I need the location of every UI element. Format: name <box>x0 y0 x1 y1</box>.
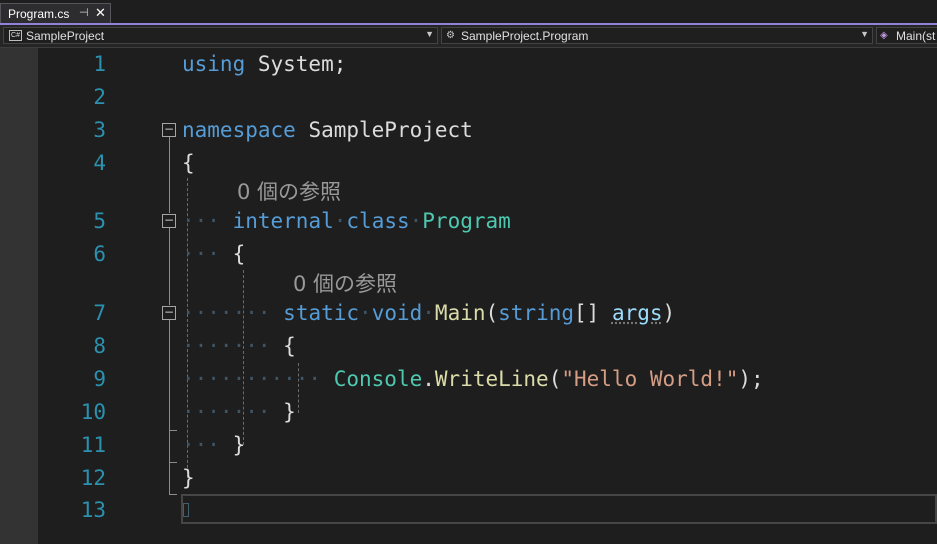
project-dropdown[interactable]: C# SampleProject ▼ <box>3 27 438 44</box>
line-number: 12 <box>80 466 106 490</box>
line-number: 3 <box>93 118 106 142</box>
code-line-4: { <box>182 151 195 175</box>
outline-line <box>169 137 170 213</box>
outline-line <box>169 430 170 462</box>
code-editor[interactable]: 1 2 3 4 5 6 7 8 9 10 11 12 13 − − − usin… <box>0 48 937 544</box>
line-number: 4 <box>93 151 106 175</box>
line-number: 10 <box>80 400 106 424</box>
line-number: 1 <box>93 52 106 76</box>
class-dropdown-value: SampleProject.Program <box>461 29 589 43</box>
line-number: 8 <box>93 334 106 358</box>
outline-line <box>169 462 170 494</box>
navigation-bar: C# SampleProject ▼ ⚙ SampleProject.Progr… <box>0 25 937 48</box>
code-line-5: ··· internal·class·Program <box>182 209 511 233</box>
csharp-project-icon: C# <box>9 30 22 41</box>
codelens-references-class[interactable]: 0 個の参照 <box>237 179 341 205</box>
method-icon: ◈ <box>880 30 888 41</box>
code-line-12: } <box>182 466 195 490</box>
project-dropdown-value: SampleProject <box>26 29 105 43</box>
code-line-3: namespace SampleProject <box>182 118 473 142</box>
code-line-6: ··· { <box>182 242 246 266</box>
text-caret <box>183 503 189 517</box>
line-number: 5 <box>93 209 106 233</box>
line-number: 9 <box>93 367 106 391</box>
outline-end <box>169 462 177 463</box>
code-line-9: ··········· Console.WriteLine("Hello Wor… <box>182 367 764 391</box>
code-line-11: ··· } <box>182 433 246 457</box>
class-icon: ⚙ <box>446 30 455 41</box>
document-tab-program-cs[interactable]: Program.cs ⊣ ✕ <box>0 3 111 23</box>
chevron-down-icon: ▼ <box>425 29 434 39</box>
outline-line <box>169 320 170 430</box>
class-dropdown[interactable]: ⚙ SampleProject.Program ▼ <box>441 27 873 44</box>
line-number: 2 <box>93 85 106 109</box>
tab-title: Program.cs <box>8 7 70 21</box>
document-tab-strip: Program.cs ⊣ ✕ <box>0 0 937 25</box>
collapse-namespace-button[interactable]: − <box>162 123 176 137</box>
code-line-10: ······· } <box>182 400 296 424</box>
current-line-highlight <box>181 494 937 524</box>
chevron-down-icon: ▼ <box>860 29 869 39</box>
close-icon[interactable]: ✕ <box>95 5 106 21</box>
member-dropdown-value: Main(st <box>896 29 936 43</box>
outline-end <box>169 494 177 495</box>
collapse-class-button[interactable]: − <box>162 214 176 228</box>
member-dropdown[interactable]: ◈ Main(st <box>876 27 937 44</box>
outline-line <box>169 228 170 305</box>
line-number: 7 <box>93 301 106 325</box>
indicator-margin <box>0 48 38 544</box>
code-line-8: ······· { <box>182 334 296 358</box>
code-line-1: using System; <box>182 52 347 76</box>
outline-end <box>169 430 177 431</box>
line-number: 11 <box>80 433 106 457</box>
collapse-method-button[interactable]: − <box>162 306 176 320</box>
line-number: 6 <box>93 242 106 266</box>
codelens-references-method[interactable]: 0 個の参照 <box>293 271 397 297</box>
pin-icon[interactable]: ⊣ <box>79 6 89 19</box>
line-number: 13 <box>80 498 106 522</box>
code-line-7: ······· static·void·Main(string[] args) <box>182 301 676 325</box>
